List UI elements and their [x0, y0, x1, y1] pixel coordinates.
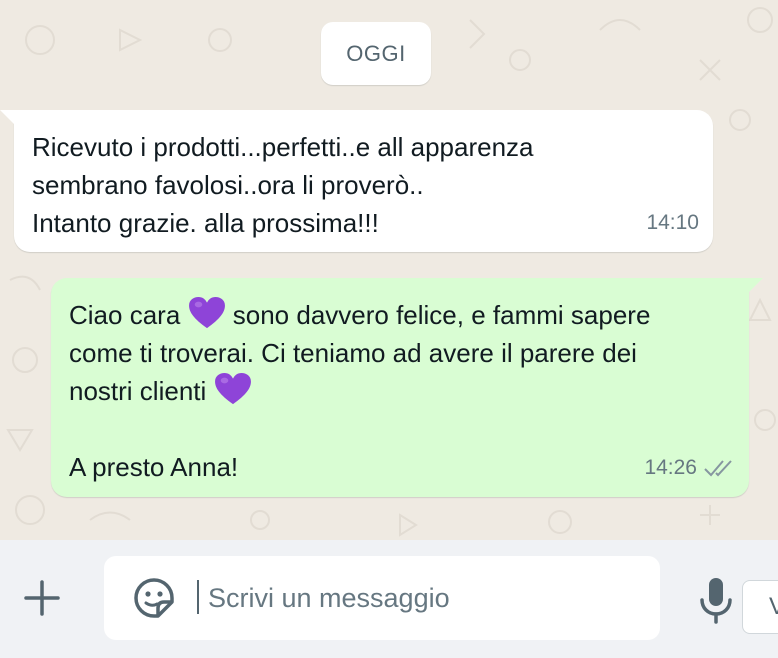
- double-check-icon: [704, 460, 732, 477]
- partial-side-button[interactable]: V: [742, 580, 778, 634]
- bubble-tail-icon: [747, 278, 763, 294]
- message-meta: 14:10: [646, 204, 699, 242]
- message-time: 14:10: [646, 211, 699, 234]
- chat-area: OGGI Ricevuto i prodotti...perfetti..e a…: [0, 0, 778, 540]
- outgoing-message[interactable]: Ciao cara sono davvero felice, e fammi s…: [51, 278, 763, 497]
- message-text: Ricevuto i prodotti...perfetti..e all ap…: [32, 128, 534, 242]
- sticker-button[interactable]: [132, 576, 176, 620]
- message-line: Intanto grazie. alla prossima!!!: [32, 208, 379, 238]
- microphone-button[interactable]: [694, 576, 738, 626]
- message-line: sono davvero felice, e fammi sapere: [232, 300, 651, 330]
- side-button-label: V: [769, 593, 778, 621]
- purple-heart-icon: [214, 372, 251, 405]
- microphone-icon: [700, 578, 732, 624]
- date-label: OGGI: [346, 40, 406, 66]
- message-line: Ricevuto i prodotti...perfetti..e all ap…: [32, 132, 534, 162]
- bubble-tail-icon: [0, 110, 16, 126]
- message-meta: 14:26: [644, 449, 735, 487]
- message-line: sembrano favolosi..ora li proverò..: [32, 170, 424, 200]
- text-cursor: [197, 580, 199, 614]
- date-separator: OGGI: [321, 22, 431, 85]
- message-text: Ciao cara sono davvero felice, e fammi s…: [69, 296, 650, 486]
- message-line: Ciao cara: [69, 300, 181, 330]
- message-line: nostri clienti: [69, 376, 207, 406]
- sticker-icon: [134, 578, 174, 618]
- purple-heart-icon: [188, 296, 225, 329]
- message-line: A presto Anna!: [69, 452, 239, 482]
- attach-button[interactable]: [20, 576, 64, 620]
- message-time: 14:26: [644, 456, 697, 479]
- plus-icon: [24, 580, 60, 616]
- incoming-message[interactable]: Ricevuto i prodotti...perfetti..e all ap…: [0, 110, 713, 252]
- message-input[interactable]: [208, 576, 648, 620]
- message-line: come ti troverai. Ci teniamo ad avere il…: [69, 338, 637, 368]
